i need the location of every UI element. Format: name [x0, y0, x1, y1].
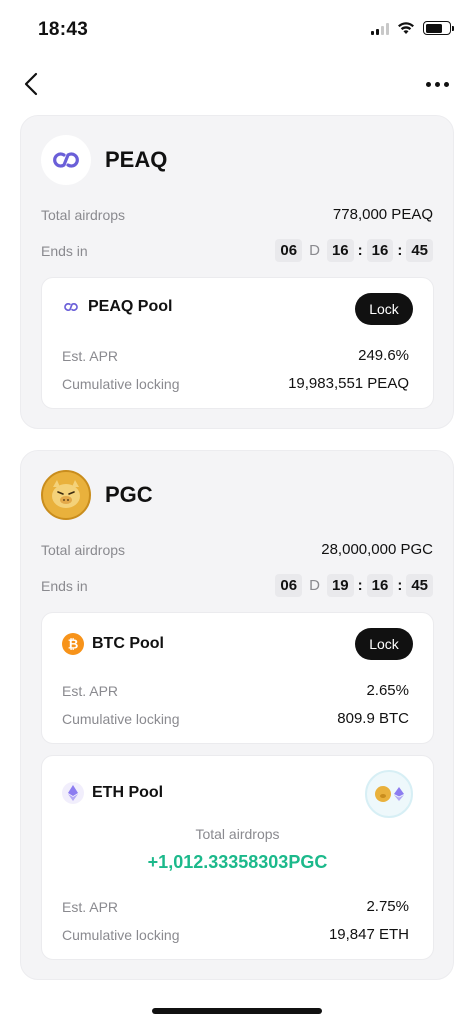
countdown-separator: : — [357, 242, 363, 259]
ends-in-row: Ends in 06 D 19 : 16 : 45 — [41, 574, 433, 597]
cumulative-locking-row: Cumulative locking 19,983,551 PEAQ — [62, 375, 409, 392]
countdown-days: 06 — [275, 574, 303, 597]
token-name: PEAQ — [105, 147, 168, 172]
cumulative-locking-label: Cumulative locking — [62, 926, 180, 943]
ethereum-icon — [62, 782, 84, 804]
countdown-minutes: 16 — [366, 239, 394, 262]
pool-name: PEAQ Pool — [88, 298, 173, 315]
countdown: 06 D 19 : 16 : 45 — [275, 574, 433, 597]
status-time: 18:43 — [38, 19, 89, 40]
countdown-minutes: 16 — [366, 574, 394, 597]
ends-in-label: Ends in — [41, 577, 88, 594]
apr-row: Est. APR 2.65% — [62, 682, 409, 699]
countdown-separator: : — [357, 577, 363, 594]
ends-in-row: Ends in 06 D 16 : 16 : 45 — [41, 239, 433, 262]
lock-button[interactable]: Lock — [355, 628, 413, 660]
countdown-day-unit: D — [309, 577, 320, 594]
nav-bar — [0, 62, 473, 106]
apr-value: 2.75% — [366, 898, 409, 915]
total-airdrops-value: 778,000 PEAQ — [332, 206, 433, 223]
chevron-left-icon[interactable] — [20, 70, 44, 98]
apr-value: 2.65% — [366, 682, 409, 699]
cumulative-locking-row: Cumulative locking 19,847 ETH — [62, 926, 409, 943]
peaq-logo-icon — [64, 303, 78, 311]
countdown-day-unit: D — [309, 242, 320, 259]
battery-icon — [423, 21, 454, 35]
btc-pool-card: ₿ BTC Pool Lock Est. APR 2.65% Cumulativ… — [41, 612, 434, 744]
pool-header: PEAQ Pool — [62, 298, 172, 316]
cumulative-locking-value: 19,983,551 PEAQ — [288, 375, 409, 392]
total-airdrops-row: Total airdrops 778,000 PEAQ — [41, 206, 433, 223]
total-airdrops-label: Total airdrops — [41, 541, 126, 558]
peaq-campaign-card: PEAQ Total airdrops 778,000 PEAQ Ends in… — [20, 115, 454, 429]
svg-text:₿: ₿ — [68, 637, 79, 652]
cumulative-locking-row: Cumulative locking 809.9 BTC — [62, 710, 409, 727]
apr-label: Est. APR — [62, 682, 119, 699]
countdown-hours: 16 — [326, 239, 354, 262]
peaq-pool-card: PEAQ Pool Lock Est. APR 249.6% Cumulativ… — [41, 277, 434, 409]
countdown-separator: : — [397, 242, 403, 259]
cumulative-locking-value: 809.9 BTC — [337, 710, 409, 727]
pgc-campaign-card: PGC Total airdrops 28,000,000 PGC Ends i… — [20, 450, 454, 980]
cumulative-locking-value: 19,847 ETH — [328, 926, 409, 943]
token-name: PGC — [105, 482, 153, 507]
peaq-header: PEAQ — [41, 135, 167, 185]
status-icons — [371, 21, 454, 35]
pool-name: BTC Pool — [92, 635, 164, 652]
apr-label: Est. APR — [62, 898, 119, 915]
eth-pool-airdrops-amount: +1,012.33358303PGC — [147, 852, 328, 872]
home-indicator — [152, 1008, 322, 1014]
apr-value: 249.6% — [358, 347, 409, 364]
pool-header: ETH Pool — [62, 782, 163, 804]
countdown-separator: : — [397, 577, 403, 594]
cumulative-locking-label: Cumulative locking — [62, 710, 180, 727]
apr-row: Est. APR 2.75% — [62, 898, 409, 915]
countdown-hours: 19 — [326, 574, 354, 597]
countdown: 06 D 16 : 16 : 45 — [275, 239, 433, 262]
pool-name: ETH Pool — [92, 784, 164, 801]
signal-icon — [371, 22, 389, 35]
pgc-eth-pair-icon — [365, 770, 413, 818]
countdown-seconds: 45 — [406, 239, 433, 262]
ends-in-label: Ends in — [41, 242, 88, 259]
pgc-pig-logo-icon — [41, 470, 91, 520]
wifi-icon — [398, 22, 414, 34]
pgc-header: PGC — [41, 470, 153, 520]
peaq-logo-icon — [41, 135, 91, 185]
bitcoin-icon: ₿ — [62, 633, 84, 655]
total-airdrops-label: Total airdrops — [41, 206, 126, 223]
eth-pool-airdrops-label: Total airdrops — [195, 826, 280, 842]
status-bar: 18:43 — [0, 0, 473, 56]
pool-header: ₿ BTC Pool — [62, 633, 164, 655]
countdown-days: 06 — [275, 239, 303, 262]
total-airdrops-row: Total airdrops 28,000,000 PGC — [41, 541, 433, 558]
lock-button[interactable]: Lock — [355, 293, 413, 325]
eth-pool-card: ETH Pool Total airdrops +1,012.33358303P… — [41, 755, 434, 960]
apr-row: Est. APR 249.6% — [62, 347, 409, 364]
countdown-seconds: 45 — [406, 574, 433, 597]
total-airdrops-value: 28,000,000 PGC — [321, 541, 433, 558]
apr-label: Est. APR — [62, 347, 119, 364]
cumulative-locking-label: Cumulative locking — [62, 375, 180, 392]
more-horizontal-icon[interactable] — [426, 74, 449, 94]
